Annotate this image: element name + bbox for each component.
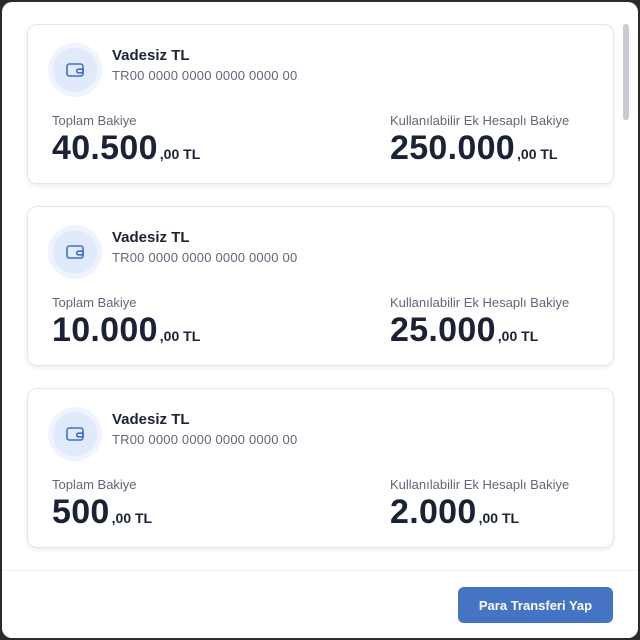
footer-bar: Para Transferi Yap [2,570,638,638]
account-card[interactable]: Vadesiz TL TR00 0000 0000 0000 0000 00 T… [27,388,614,548]
account-title: Vadesiz TL [112,411,190,428]
available-balance-amount: 250.000,00 TL [390,129,557,168]
total-balance-integer: 500 [52,493,110,531]
total-balance-label: Toplam Bakiye [52,477,137,492]
account-list-panel: Vadesiz TL TR00 0000 0000 0000 0000 00 T… [2,2,638,638]
available-balance-decimal: ,00 TL [517,146,558,162]
wallet-icon [66,63,84,77]
available-balance-integer: 2.000 [390,493,477,531]
available-balance-label: Kullanılabilir Ek Hesaplı Bakiye [390,113,570,128]
account-iban: TR00 0000 0000 0000 0000 00 [112,250,298,265]
money-transfer-button[interactable]: Para Transferi Yap [458,587,613,623]
total-balance-amount: 10.000,00 TL [52,311,200,350]
account-iban: TR00 0000 0000 0000 0000 00 [112,68,298,83]
wallet-icon [66,427,84,441]
account-card[interactable]: Vadesiz TL TR00 0000 0000 0000 0000 00 T… [27,24,614,184]
account-icon-circle [48,43,102,97]
account-list[interactable]: Vadesiz TL TR00 0000 0000 0000 0000 00 T… [2,2,626,570]
account-card[interactable]: Vadesiz TL TR00 0000 0000 0000 0000 00 T… [27,206,614,366]
wallet-icon [66,245,84,259]
available-balance-label: Kullanılabilir Ek Hesaplı Bakiye [390,295,570,310]
available-balance-amount: 25.000,00 TL [390,311,538,350]
account-icon-circle [48,407,102,461]
total-balance-decimal: ,00 TL [159,328,201,344]
total-balance-label: Toplam Bakiye [52,295,137,310]
total-balance-amount: 40.500,00 TL [52,129,200,168]
total-balance-integer: 10.000 [52,311,158,349]
total-balance-amount: 500,00 TL [52,493,152,532]
account-title: Vadesiz TL [112,47,190,64]
available-balance-integer: 250.000 [390,129,516,167]
account-iban: TR00 0000 0000 0000 0000 00 [112,432,298,447]
account-icon-circle [48,225,102,279]
total-balance-integer: 40.500 [52,129,158,167]
total-balance-decimal: ,00 TL [111,510,153,526]
account-title: Vadesiz TL [112,229,190,246]
available-balance-amount: 2.000,00 TL [390,493,519,532]
available-balance-integer: 25.000 [390,311,496,349]
total-balance-decimal: ,00 TL [159,146,201,162]
total-balance-label: Toplam Bakiye [52,113,137,128]
scrollbar-thumb[interactable] [623,24,629,120]
available-balance-decimal: ,00 TL [478,510,520,526]
available-balance-decimal: ,00 TL [497,328,539,344]
available-balance-label: Kullanılabilir Ek Hesaplı Bakiye [390,477,570,492]
